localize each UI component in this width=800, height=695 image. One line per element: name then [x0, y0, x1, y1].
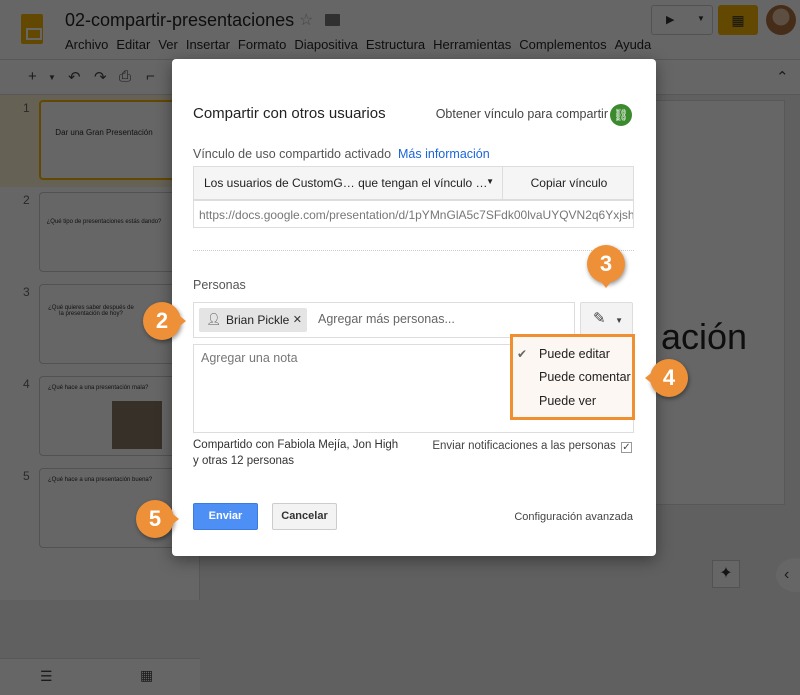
slide-thumb-4[interactable]: 4 ¿Qué hace a una presentación mala?	[0, 371, 200, 463]
menu-ayuda[interactable]: Ayuda	[615, 37, 652, 52]
filmstrip-view-icon[interactable]: ☰	[40, 668, 53, 685]
link-status: Vínculo de uso compartido activado Más i…	[193, 147, 490, 161]
chevron-down-icon: ▼	[486, 177, 494, 186]
slide-number: 5	[23, 469, 30, 483]
undo-icon[interactable]: ↶	[68, 68, 81, 86]
notify-label: Enviar notificaciones a las personas	[432, 440, 616, 452]
present-icon: ▶	[666, 14, 675, 26]
slide-thumb-1[interactable]: 1 Dar una Gran Presentación	[0, 95, 200, 187]
avatar[interactable]	[766, 5, 796, 35]
menu-bar: Archivo Editar Ver Insertar Formato Diap…	[65, 37, 651, 52]
slide-number: 3	[23, 285, 30, 299]
menu-item-puede-editar[interactable]: Puede editar	[539, 347, 610, 361]
slide-number: 4	[23, 377, 30, 391]
menu-insertar[interactable]: Insertar	[186, 37, 230, 52]
menu-item-puede-comentar[interactable]: Puede comentar	[539, 370, 631, 384]
callout-3: 3	[587, 245, 625, 288]
share-dialog: Compartir con otros usuarios Obtener vín…	[172, 59, 656, 556]
add-people-placeholder[interactable]: Agregar más personas...	[318, 312, 455, 326]
document-title[interactable]: 02-compartir-presentaciones	[65, 10, 294, 31]
remove-icon[interactable]: ✕	[293, 313, 302, 326]
top-bar: 02-compartir-presentaciones ☆ Archivo Ed…	[0, 0, 800, 60]
new-slide-icon[interactable]: +	[28, 68, 37, 85]
cancel-button[interactable]: Cancelar	[272, 503, 337, 530]
menu-ver[interactable]: Ver	[158, 37, 178, 52]
menu-complementos[interactable]: Complementos	[519, 37, 606, 52]
folder-icon[interactable]	[325, 14, 340, 26]
shared-with-line1: Compartido con Fabiola Mejía, Jon High	[193, 439, 399, 451]
menu-estructura[interactable]: Estructura	[366, 37, 425, 52]
menu-diapositiva[interactable]: Diapositiva	[294, 37, 358, 52]
collapse-icon[interactable]: ⌃	[776, 68, 789, 86]
link-access-dropdown[interactable]: Los usuarios de CustomG… que tengan el v…	[194, 167, 503, 199]
callout-5: 5	[136, 500, 179, 538]
permission-button[interactable]: ✎ ▼	[580, 302, 633, 335]
person-chip[interactable]: 👤︎ Brian Pickle ✕	[199, 308, 307, 332]
menu-item-puede-ver[interactable]: Puede ver	[539, 394, 596, 408]
explore-icon[interactable]: ✦	[712, 560, 740, 588]
share-button[interactable]: ▦	[718, 5, 758, 35]
print-icon[interactable]: ⎙	[119, 68, 131, 85]
share-url-field[interactable]: https://docs.google.com/presentation/d/1…	[193, 200, 634, 228]
advanced-settings-link[interactable]: Configuración avanzada	[514, 511, 633, 523]
dialog-title: Compartir con otros usuarios	[193, 105, 386, 122]
paint-format-icon[interactable]: ⌐	[146, 68, 155, 85]
people-label: Personas	[193, 278, 246, 292]
pencil-icon: ✎	[593, 310, 606, 327]
slide-thumb-2[interactable]: 2 ¿Qué tipo de presentaciones estás dando…	[0, 187, 200, 279]
divider	[193, 250, 634, 251]
permission-menu: ✔ Puede editar Puede comentar Puede ver	[510, 334, 635, 420]
slide-thumb-title: ¿Qué tipo de presentaciones estás dando?	[39, 192, 179, 272]
slide-thumb-title: Dar una Gran Presentación	[39, 100, 179, 180]
slide-title-text: ación	[661, 316, 748, 357]
send-button[interactable]: Enviar	[193, 503, 258, 530]
menu-formato[interactable]: Formato	[238, 37, 286, 52]
callout-4: 4	[645, 359, 688, 397]
get-link-text[interactable]: Obtener vínculo para compartir	[436, 107, 608, 121]
grid-view-icon[interactable]: ▦	[140, 667, 153, 684]
people-input[interactable]: 👤︎ Brian Pickle ✕ Agregar más personas...	[193, 302, 575, 338]
chevron-down-icon: ▼	[615, 316, 623, 325]
shared-with-line2[interactable]: y otras 12 personas	[193, 453, 398, 469]
redo-icon[interactable]: ↷	[94, 68, 107, 86]
note-placeholder: Agregar una nota	[201, 351, 298, 365]
chevron-down-icon[interactable]: ▼	[48, 73, 56, 82]
notify-checkbox[interactable]: ✓	[621, 442, 632, 453]
callout-2: 2	[143, 302, 186, 340]
more-info-link[interactable]: Más información	[398, 147, 490, 161]
menu-editar[interactable]: Editar	[116, 37, 150, 52]
chevron-down-icon[interactable]: ▼	[697, 14, 705, 23]
slide-number: 1	[23, 101, 30, 115]
person-chip-label: Brian Pickle	[226, 313, 290, 327]
slide-number: 2	[23, 193, 30, 207]
copy-link-button[interactable]: Copiar vínculo	[504, 167, 634, 199]
filmstrip-view-bar: ☰ ▦	[0, 658, 200, 695]
slide-photo	[112, 401, 162, 449]
menu-archivo[interactable]: Archivo	[65, 37, 108, 52]
shared-with-text: Compartido con Fabiola Mejía, Jon High y …	[193, 437, 398, 469]
present-button[interactable]: ▶ ▼	[651, 5, 713, 35]
slides-logo-icon[interactable]	[21, 14, 43, 44]
side-panel-toggle-icon[interactable]: ‹	[776, 558, 800, 592]
share-icon: ▦	[731, 12, 745, 28]
notify-option[interactable]: Enviar notificaciones a las personas ✓	[432, 440, 632, 453]
link-access-value: Los usuarios de CustomG… que tengan el v…	[204, 176, 488, 190]
link-icon[interactable]: ⛓	[610, 104, 632, 126]
star-icon[interactable]: ☆	[299, 10, 313, 30]
person-icon: 👤︎	[206, 312, 222, 326]
link-status-text: Vínculo de uso compartido activado	[193, 147, 392, 161]
link-settings: Los usuarios de CustomG… que tengan el v…	[193, 166, 634, 200]
check-icon: ✔	[517, 347, 528, 361]
menu-herramientas[interactable]: Herramientas	[433, 37, 511, 52]
